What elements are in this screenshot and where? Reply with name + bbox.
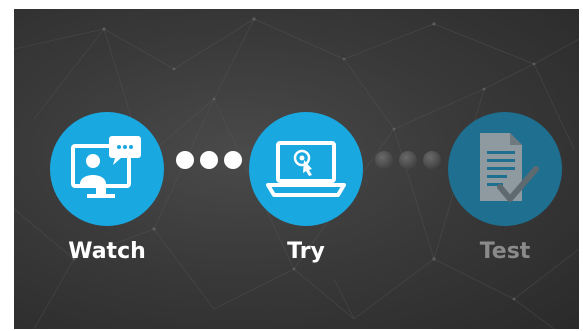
progress-dot xyxy=(176,151,194,169)
step-test-circle xyxy=(448,112,562,226)
video-chat-monitor-icon xyxy=(71,136,141,198)
step-watch-label: Watch xyxy=(68,239,146,264)
connector-watch-try xyxy=(176,151,242,169)
progress-dot xyxy=(224,151,242,169)
progress-dot xyxy=(423,151,441,169)
laptop-cursor-icon xyxy=(266,141,346,197)
step-try-circle xyxy=(249,112,363,226)
progress-banner: Watch Try Test xyxy=(14,9,579,329)
connector-try-test xyxy=(375,151,441,169)
step-watch-circle xyxy=(50,112,164,226)
progress-dot xyxy=(399,151,417,169)
step-test-label: Test xyxy=(479,239,531,264)
progress-dot xyxy=(200,151,218,169)
progress-dot xyxy=(375,151,393,169)
checklist-document-icon xyxy=(480,133,539,202)
step-try-label: Try xyxy=(287,239,325,264)
